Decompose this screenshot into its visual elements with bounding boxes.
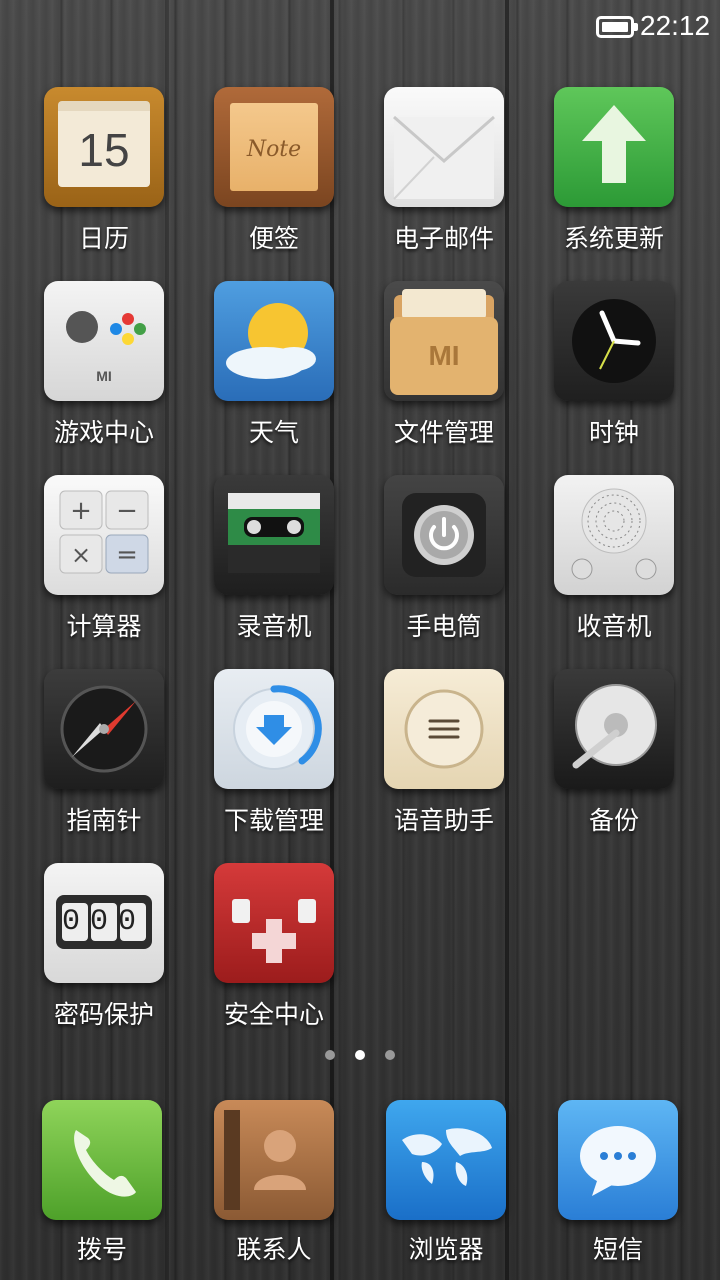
globe-icon [386, 1100, 506, 1220]
radio-icon [554, 475, 674, 595]
note-icon: Note [214, 87, 334, 207]
app-label: 密码保护 [53, 1000, 154, 1029]
app-label: 录音机 [236, 612, 312, 641]
app-weather[interactable]: 天气 [189, 281, 359, 461]
app-flashlight[interactable]: 手电筒 [359, 475, 529, 655]
message-bubble-icon [558, 1100, 678, 1220]
person-icon [214, 1100, 334, 1220]
app-label: 天气 [248, 418, 299, 447]
page-indicator[interactable] [0, 1050, 720, 1062]
app-label: 手电筒 [406, 612, 482, 641]
app-label: 语音助手 [393, 806, 494, 835]
dock-phone[interactable]: 拨号 [17, 1100, 187, 1280]
app-file-manager[interactable]: MI 文件管理 [359, 281, 529, 461]
calculator-icon: + − × = [44, 475, 164, 595]
app-label: 指南针 [66, 806, 142, 835]
page-dot[interactable] [325, 1050, 335, 1060]
calendar-date: 15 [78, 124, 130, 176]
app-calculator[interactable]: + − × = 计算器 [19, 475, 189, 655]
svg-text:MI: MI [96, 368, 112, 384]
app-radio[interactable]: 收音机 [529, 475, 699, 655]
combination-lock-icon: 000 [44, 863, 164, 983]
page-dot-active[interactable] [355, 1050, 365, 1060]
app-recorder[interactable]: 录音机 [189, 475, 359, 655]
dock-contacts[interactable]: 联系人 [189, 1100, 359, 1280]
first-aid-icon [214, 863, 334, 983]
dock-label: 浏览器 [408, 1235, 484, 1264]
app-notes[interactable]: Note 便签 [189, 87, 359, 267]
clock-icon [554, 281, 674, 401]
gamepad-icon: MI [44, 281, 164, 401]
app-label: 文件管理 [393, 418, 494, 447]
app-label: 收音机 [576, 612, 652, 641]
svg-text:+: + [70, 496, 92, 526]
dock-label: 拨号 [76, 1235, 127, 1264]
download-icon [214, 669, 334, 789]
phone-icon [42, 1100, 162, 1220]
dock-label: 联系人 [236, 1235, 312, 1264]
status-bar: 22:12 [0, 0, 720, 56]
sun-cloud-icon [214, 281, 334, 401]
dock-label: 短信 [592, 1235, 643, 1264]
app-system-update[interactable]: 系统更新 [529, 87, 699, 267]
app-label: 游戏中心 [53, 418, 154, 447]
power-icon [384, 475, 504, 595]
app-security-center[interactable]: 安全中心 [189, 863, 359, 1043]
app-voice-assistant[interactable]: 语音助手 [359, 669, 529, 849]
app-download-manager[interactable]: 下载管理 [189, 669, 359, 849]
calendar-icon: 15 [44, 87, 164, 207]
dock-browser[interactable]: 浏览器 [361, 1100, 531, 1280]
svg-text:×: × [71, 541, 91, 569]
folder-icon: MI [384, 281, 504, 401]
combination-digits: 000 [61, 905, 146, 939]
app-compass[interactable]: 指南针 [19, 669, 189, 849]
mail-icon [384, 87, 504, 207]
app-label: 系统更新 [563, 224, 664, 253]
arrow-up-icon [554, 87, 674, 207]
status-time: 22:12 [640, 10, 711, 41]
app-game-center[interactable]: MI 游戏中心 [19, 281, 189, 461]
app-label: 电子邮件 [393, 224, 494, 253]
hard-disk-icon [554, 669, 674, 789]
app-backup[interactable]: 备份 [529, 669, 699, 849]
app-label: 日历 [78, 224, 129, 253]
page-dot[interactable] [385, 1050, 395, 1060]
app-password-protection[interactable]: 000 密码保护 [19, 863, 189, 1043]
voice-assistant-icon [384, 669, 504, 789]
app-clock[interactable]: 时钟 [529, 281, 699, 461]
battery-icon [596, 16, 638, 38]
note-word: Note [246, 137, 302, 162]
compass-icon [44, 669, 164, 789]
dock-sms[interactable]: 短信 [533, 1100, 703, 1280]
app-label: 时钟 [588, 418, 639, 447]
app-label: 备份 [588, 806, 639, 835]
app-label: 便签 [248, 224, 299, 253]
svg-text:=: = [116, 540, 138, 570]
cassette-icon [214, 475, 334, 595]
app-email[interactable]: 电子邮件 [359, 87, 529, 267]
app-calendar[interactable]: 15 日历 [19, 87, 189, 267]
app-label: 下载管理 [223, 806, 324, 835]
app-label: 计算器 [66, 612, 142, 641]
svg-text:−: − [116, 496, 138, 526]
app-label: 安全中心 [223, 1000, 324, 1029]
svg-text:MI: MI [428, 340, 459, 371]
